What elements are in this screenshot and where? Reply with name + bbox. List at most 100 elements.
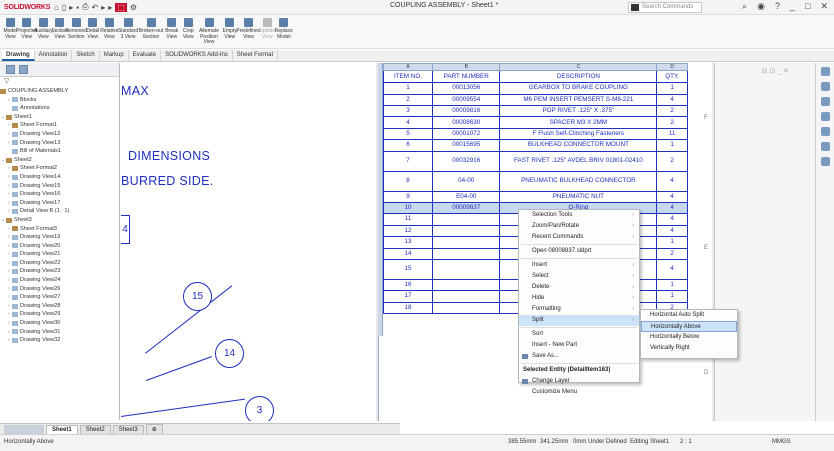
table-cell[interactable]: 04-00 <box>432 170 501 192</box>
quick-access-icon[interactable]: ⎙ <box>82 2 88 12</box>
table-cell[interactable]: BULKHEAD CONNECTOR MOUNT <box>499 139 658 152</box>
context-menu-item[interactable]: Formatting › <box>519 304 639 315</box>
table-cell[interactable]: 2 <box>656 247 688 261</box>
tree-item[interactable]: › Detail View B (1 : 1) <box>0 207 119 216</box>
sheet-tab-1[interactable]: Sheet1 <box>46 424 78 434</box>
table-cell[interactable]: 1 <box>656 236 688 249</box>
table-cell[interactable] <box>432 278 501 292</box>
close-icon[interactable]: ✕ <box>820 1 828 12</box>
tree-item[interactable]: › Sheet Format1 <box>0 121 119 130</box>
maximize-icon[interactable]: □ <box>805 1 810 12</box>
table-row[interactable]: 8 04-00 PNEUMATIC BULKHEAD CONNECTOR 4 <box>382 170 688 192</box>
context-menu-item[interactable]: Hide › <box>519 293 639 304</box>
table-cell[interactable]: 5 <box>382 127 434 141</box>
table-cell[interactable]: 4 <box>656 224 688 238</box>
table-cell[interactable]: 2 <box>382 93 434 107</box>
table-cell[interactable]: 11 <box>382 213 434 226</box>
table-cell[interactable]: F Flush Self-Clinching Fasteners <box>499 127 658 141</box>
column-letter[interactable]: A <box>382 63 434 72</box>
status-scale[interactable]: 2 : 1 <box>680 439 692 445</box>
help-icon[interactable]: ? <box>775 1 780 12</box>
tree-item[interactable]: ⌄ Sheet1 <box>0 113 119 122</box>
table-cell[interactable] <box>432 213 501 226</box>
table-row[interactable]: 4 00008630 SPACER M3 X 2MM 2 <box>382 116 688 129</box>
command-button[interactable]: Projected View <box>16 15 37 48</box>
tree-item[interactable]: › Blocks <box>0 96 119 105</box>
table-cell[interactable]: 00009554 <box>432 93 501 107</box>
context-menu-item[interactable]: Insert - New Part <box>519 340 639 351</box>
tree-item[interactable]: › Drawing View31 <box>0 328 119 337</box>
table-cell[interactable]: E04-00 <box>432 190 501 204</box>
file-explorer-icon[interactable] <box>820 112 830 121</box>
table-cell[interactable]: 6 <box>382 139 434 152</box>
command-button[interactable]: Update View <box>259 15 276 48</box>
view-controls[interactable]: ⊟ ⊡ _ ✕ <box>762 67 789 75</box>
table-cell[interactable]: FAST RIVET .125" AVDEL BRIV 01801-02410 <box>499 150 658 172</box>
context-menu-item[interactable]: Save As... <box>519 351 639 362</box>
drawing-canvas[interactable]: MAX DIMENSIONS BURRED SIDE. 4 15 14 3 ⊟ … <box>121 63 815 421</box>
command-button[interactable]: Auxiliary View <box>34 15 53 48</box>
balloon-4[interactable]: 4 <box>121 215 130 244</box>
column-letter[interactable]: B <box>432 63 501 72</box>
table-cell[interactable]: 8 <box>382 170 434 192</box>
table-cell[interactable]: 00009837 <box>432 202 501 215</box>
note-dimensions[interactable]: DIMENSIONS <box>128 149 210 163</box>
table-cell[interactable] <box>432 236 501 249</box>
tree-item[interactable]: › Drawing View28 <box>0 302 119 311</box>
table-cell[interactable]: M6 PEM INSERT PEMSERT S-M6-221 <box>499 93 658 107</box>
search-icon[interactable]: ⌕ <box>742 1 747 12</box>
home-icon[interactable] <box>820 67 830 76</box>
table-row[interactable]: 9 E04-00 PNEUMATIC NUT 4 <box>382 190 688 204</box>
tree-item[interactable]: › Drawing View23 <box>0 267 119 276</box>
table-cell[interactable]: 11 <box>656 127 688 141</box>
property-manager-tab-icon[interactable] <box>19 65 28 74</box>
table-cell[interactable]: 4 <box>656 213 688 226</box>
command-button[interactable]: Removed Section <box>66 15 87 48</box>
command-button[interactable]: Crop View <box>180 15 197 48</box>
quick-access-icon[interactable]: ⌂ <box>54 3 59 12</box>
context-menu-item[interactable]: Split › <box>519 315 639 326</box>
table-cell[interactable]: GEARBOX TO BRAKE COUPLING <box>499 82 658 95</box>
sheet-tab-3[interactable]: Sheet3 <box>112 424 144 434</box>
search-commands-input[interactable]: Search Commands <box>628 2 702 13</box>
command-button[interactable]: Broken-out Section <box>139 15 164 48</box>
context-menu-item[interactable]: Zoom/Pan/Rotate › <box>519 221 639 232</box>
table-cell[interactable]: 4 <box>656 93 688 107</box>
quick-access-icon[interactable]: ▸ <box>101 3 105 12</box>
table-cell[interactable] <box>432 290 501 303</box>
table-cell[interactable] <box>432 247 501 261</box>
table-cell[interactable]: PNEUMATIC BULKHEAD CONNECTOR <box>499 170 658 192</box>
minimize-icon[interactable]: _ <box>790 1 795 12</box>
table-cell[interactable]: 00032916 <box>432 150 501 172</box>
command-button[interactable]: Break View <box>164 15 181 48</box>
command-button[interactable]: Alternate Position View <box>197 15 222 48</box>
custom-properties-icon[interactable] <box>820 157 830 166</box>
table-cell[interactable] <box>432 301 501 315</box>
context-menu-item[interactable]: Insert › <box>519 260 639 271</box>
tree-item[interactable]: › Drawing View22 <box>0 259 119 268</box>
context-menu-item[interactable]: Select › <box>519 271 639 282</box>
split-submenu-item[interactable]: Horizontally Below <box>641 332 737 343</box>
table-row[interactable]: 2 00009554 M6 PEM INSERT PEMSERT S-M6-221 4 <box>382 93 688 107</box>
context-menu-item[interactable]: Selection Tools › <box>519 210 639 221</box>
table-cell[interactable]: 1 <box>656 290 688 303</box>
command-button[interactable]: Replace Model <box>275 15 293 48</box>
table-header-cell[interactable]: DESCRIPTION <box>499 70 658 84</box>
command-button[interactable]: Standard 3 View <box>118 15 139 48</box>
context-menu-item[interactable]: Change Layer <box>519 376 639 387</box>
tree-item[interactable]: › Drawing View32 <box>0 336 119 345</box>
balloon-3[interactable]: 3 <box>245 396 274 421</box>
table-cell[interactable] <box>432 258 501 280</box>
tab-solidworks-add-ins[interactable]: SOLIDWORKS Add-Ins <box>161 50 233 61</box>
note-max[interactable]: MAX <box>121 84 149 98</box>
table-cell[interactable]: 16 <box>382 278 434 292</box>
table-cell[interactable]: 14 <box>382 247 434 261</box>
table-cell[interactable]: 15 <box>382 258 434 280</box>
tree-item[interactable]: Bill of Materials1 <box>0 147 119 156</box>
table-cell[interactable]: 4 <box>656 190 688 204</box>
balloon-15[interactable]: 15 <box>183 282 212 311</box>
tab-markup[interactable]: Markup <box>100 50 129 61</box>
appearances-icon[interactable] <box>820 142 830 151</box>
table-cell[interactable]: 1 <box>382 82 434 95</box>
table-cell[interactable]: 2 <box>656 105 688 118</box>
